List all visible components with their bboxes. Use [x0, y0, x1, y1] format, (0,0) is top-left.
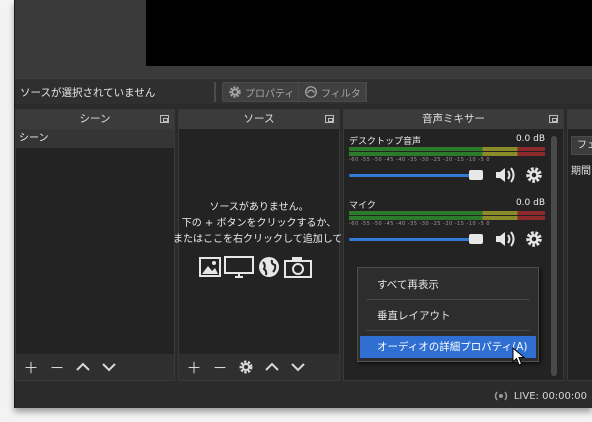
- remove-icon[interactable]: －: [211, 358, 229, 377]
- float-icon[interactable]: [549, 115, 558, 123]
- down-icon[interactable]: [100, 358, 118, 376]
- gear-icon[interactable]: [523, 165, 545, 185]
- no-source-selected-label: ソースが選択されていません: [20, 87, 156, 99]
- meter-scale: -60 -55 -50 -45 -40 -35 -30 -25 -20 -15 …: [349, 157, 491, 163]
- speaker-icon[interactable]: [494, 229, 516, 249]
- empty-line: またはここを右クリックして追加してください: [173, 234, 383, 245]
- empty-line: 下の + ボタンをクリックするか、: [181, 218, 337, 229]
- remove-icon[interactable]: －: [48, 358, 66, 377]
- gear-icon[interactable]: [237, 358, 255, 376]
- menu-item-vertical-layout[interactable]: 垂直レイアウト: [360, 305, 536, 327]
- scene-item[interactable]: シーン: [16, 129, 174, 148]
- properties-button[interactable]: プロパティ: [222, 82, 301, 102]
- channel-db: 0.0 dB: [515, 134, 545, 144]
- mixer-title-label: 音声ミキサー: [422, 113, 485, 125]
- source-toolbar: ソースが選択されていません プロパティ フィルタ: [15, 78, 592, 104]
- scenes-dock: シーン シーン ＋ －: [15, 109, 175, 381]
- volume-slider[interactable]: [349, 170, 483, 180]
- monitor-icon: [224, 256, 254, 278]
- scenes-toolbar: ＋ －: [16, 354, 174, 380]
- menu-separator: [366, 330, 530, 331]
- empty-line: ソースがありません。: [209, 202, 309, 213]
- menu-separator: [366, 299, 530, 300]
- sources-toolbar: ＋ －: [179, 354, 339, 380]
- empty-icons: [199, 256, 312, 278]
- sources-dock: ソース ソースがありません。 下の + ボタンをクリックするか、 またはここを右…: [173, 109, 382, 381]
- toolbar-separator: [214, 82, 216, 102]
- channel-name: マイク: [349, 201, 376, 211]
- mixer-scrollbar[interactable]: [551, 136, 557, 376]
- live-status: LIVE: 00:00:00: [492, 390, 587, 402]
- channel-name: デスクトップ音声: [349, 137, 422, 147]
- add-icon[interactable]: ＋: [22, 358, 40, 377]
- scenes-title-label: シーン: [79, 113, 111, 125]
- sources-title-label: ソース: [243, 113, 275, 125]
- channel-db: 0.0 dB: [515, 198, 545, 208]
- controls-dock: フェ 期間: [567, 109, 592, 381]
- toolbar-separator: [365, 82, 367, 102]
- up-icon[interactable]: [74, 358, 92, 376]
- mixer-channel-mic: マイク 0.0 dB -60 -55 -50 -45 -40 -35 -30 -…: [349, 198, 545, 252]
- slider-handle[interactable]: [469, 170, 483, 180]
- live-timer: LIVE: 00:00:00: [513, 390, 587, 402]
- volume-meter: [349, 147, 545, 156]
- scenes-title: シーン: [16, 110, 174, 129]
- period-label: 期間: [571, 166, 591, 177]
- properties-label: プロパティ: [245, 88, 295, 100]
- broadcast-icon: [494, 391, 508, 401]
- controls-title: [568, 110, 592, 129]
- filter-icon: [305, 86, 317, 98]
- up-icon[interactable]: [263, 358, 281, 376]
- down-icon[interactable]: [289, 358, 307, 376]
- volume-slider[interactable]: [349, 234, 483, 244]
- controls-button[interactable]: フェ: [571, 136, 592, 155]
- image-icon: [199, 257, 221, 277]
- globe-icon: [259, 257, 279, 277]
- float-icon[interactable]: [325, 115, 334, 123]
- preview-area: [15, 0, 592, 78]
- filters-label: フィルタ: [321, 88, 361, 100]
- filters-button[interactable]: フィルタ: [298, 82, 367, 102]
- sources-empty-message[interactable]: ソースがありません。 下の + ボタンをクリックするか、 またはここを右クリック…: [173, 200, 382, 248]
- gear-icon[interactable]: [523, 229, 545, 249]
- mouse-cursor-icon: [512, 347, 526, 366]
- meter-scale: -60 -55 -50 -45 -40 -35 -30 -25 -20 -15 …: [349, 221, 491, 227]
- status-bar: LIVE: 00:00:00: [15, 383, 592, 408]
- gear-icon: [229, 86, 241, 98]
- camera-icon: [284, 257, 312, 278]
- add-icon[interactable]: ＋: [185, 358, 203, 377]
- speaker-icon[interactable]: [494, 165, 516, 185]
- slider-handle[interactable]: [469, 234, 483, 244]
- preview-canvas[interactable]: [146, 0, 592, 66]
- menu-item-advanced-audio[interactable]: オーディオの詳細プロパティ(A): [360, 336, 536, 358]
- menu-item-show-all[interactable]: すべて再表示: [360, 274, 536, 296]
- volume-meter: [349, 211, 545, 220]
- mixer-title: 音声ミキサー: [344, 110, 563, 129]
- sources-title: ソース: [179, 110, 339, 129]
- mixer-channel-desktop: デスクトップ音声 0.0 dB -60 -55 -50 -45 -40 -35 …: [349, 134, 545, 188]
- float-icon[interactable]: [160, 115, 169, 123]
